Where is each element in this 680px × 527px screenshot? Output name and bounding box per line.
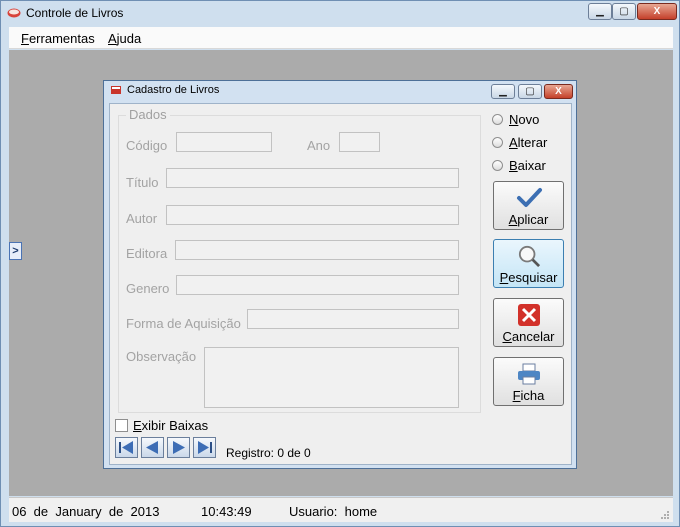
minimize-button[interactable]: ▁ [588,3,612,20]
cancel-x-icon [517,304,540,326]
autor-label: Autor [126,211,158,226]
close-button[interactable]: X [637,3,677,20]
cadastro-window: Cadastro de Livros ▁ ▢ X Dados Código An… [103,80,577,469]
radio-circle-icon [492,137,503,148]
nav-prev-button[interactable] [141,437,164,458]
app-book-icon [7,8,21,18]
titulo-input[interactable] [166,168,459,188]
form-close-button[interactable]: X [544,84,573,99]
genero-label: Genero [126,281,170,296]
radio-baixar[interactable]: Baixar [492,158,546,173]
maximize-icon: ▢ [619,6,629,17]
nav-last-button[interactable] [193,437,216,458]
status-user: Usuario: home [289,504,378,519]
book-icon [111,86,121,94]
status-bar: 06 de January de 2013 10:43:49 Usuario: … [9,497,673,522]
close-icon: X [555,86,562,97]
printer-icon [517,363,540,385]
menu-bar: Ferramentas Ajuda [9,27,673,49]
minimize-icon: ▁ [596,6,604,17]
cadastro-body: Dados Código Ano Título Autor Editora Ge… [109,103,572,465]
pesquisar-button[interactable]: Pesquisar [493,239,564,288]
form-minimize-button[interactable]: ▁ [491,84,515,99]
editora-input[interactable] [175,240,459,260]
last-record-icon [198,441,212,454]
radio-circle-icon [492,114,503,125]
magnifier-icon [518,245,540,267]
codigo-input[interactable] [176,132,272,152]
editora-label: Editora [126,246,168,261]
prev-record-icon [146,441,158,454]
ficha-button[interactable]: Ficha [493,357,564,406]
status-date: 06 de January de 2013 [12,504,160,519]
resize-grip-icon[interactable] [660,510,670,520]
main-window-title: Controle de Livros [26,6,124,20]
nav-first-button[interactable] [115,437,138,458]
observacao-label: Observação [126,349,197,364]
checkmark-icon [516,188,542,207]
main-window: Controle de Livros ▁ ▢ X Ferramentas Aju… [0,0,680,527]
registro-label: Registro: 0 de 0 [226,446,311,460]
minimize-icon: ▁ [499,86,507,97]
checkbox-box [115,419,128,432]
nav-next-button[interactable] [167,437,190,458]
main-window-titlebar: Controle de Livros [7,3,123,23]
radio-alterar[interactable]: Alterar [492,135,547,150]
form-maximize-button[interactable]: ▢ [518,84,542,99]
next-record-icon [173,441,185,454]
dados-legend: Dados [126,107,170,122]
cancelar-button[interactable]: Cancelar [493,298,564,347]
radio-novo[interactable]: Novo [492,112,539,127]
codigo-label: Código [126,138,168,153]
menu-ajuda[interactable]: Ajuda [108,31,141,46]
side-panel-toggle[interactable]: > [9,242,22,260]
aplicar-button[interactable]: Aplicar [493,181,564,230]
close-icon: X [653,6,661,17]
first-record-icon [119,441,133,454]
maximize-icon: ▢ [525,86,535,97]
cadastro-titlebar: Cadastro de Livros [110,84,219,96]
cadastro-title: Cadastro de Livros [127,84,220,96]
maximize-button[interactable]: ▢ [612,3,636,20]
genero-input[interactable] [176,275,459,295]
status-time: 10:43:49 [201,504,252,519]
forma-aquisicao-input[interactable] [247,309,459,329]
radio-circle-icon [492,160,503,171]
exibir-baixas-checkbox[interactable]: Exibir Baixas [115,418,208,433]
titulo-label: Título [126,175,159,190]
ano-input[interactable] [339,132,380,152]
autor-input[interactable] [166,205,459,225]
forma-aquisicao-label: Forma de Aquisição [126,316,241,331]
observacao-textarea[interactable] [204,347,459,408]
dados-groupbox: Dados Código Ano Título Autor Editora Ge… [118,107,481,413]
ano-label: Ano [307,138,331,153]
menu-ferramentas[interactable]: Ferramentas [21,31,95,46]
